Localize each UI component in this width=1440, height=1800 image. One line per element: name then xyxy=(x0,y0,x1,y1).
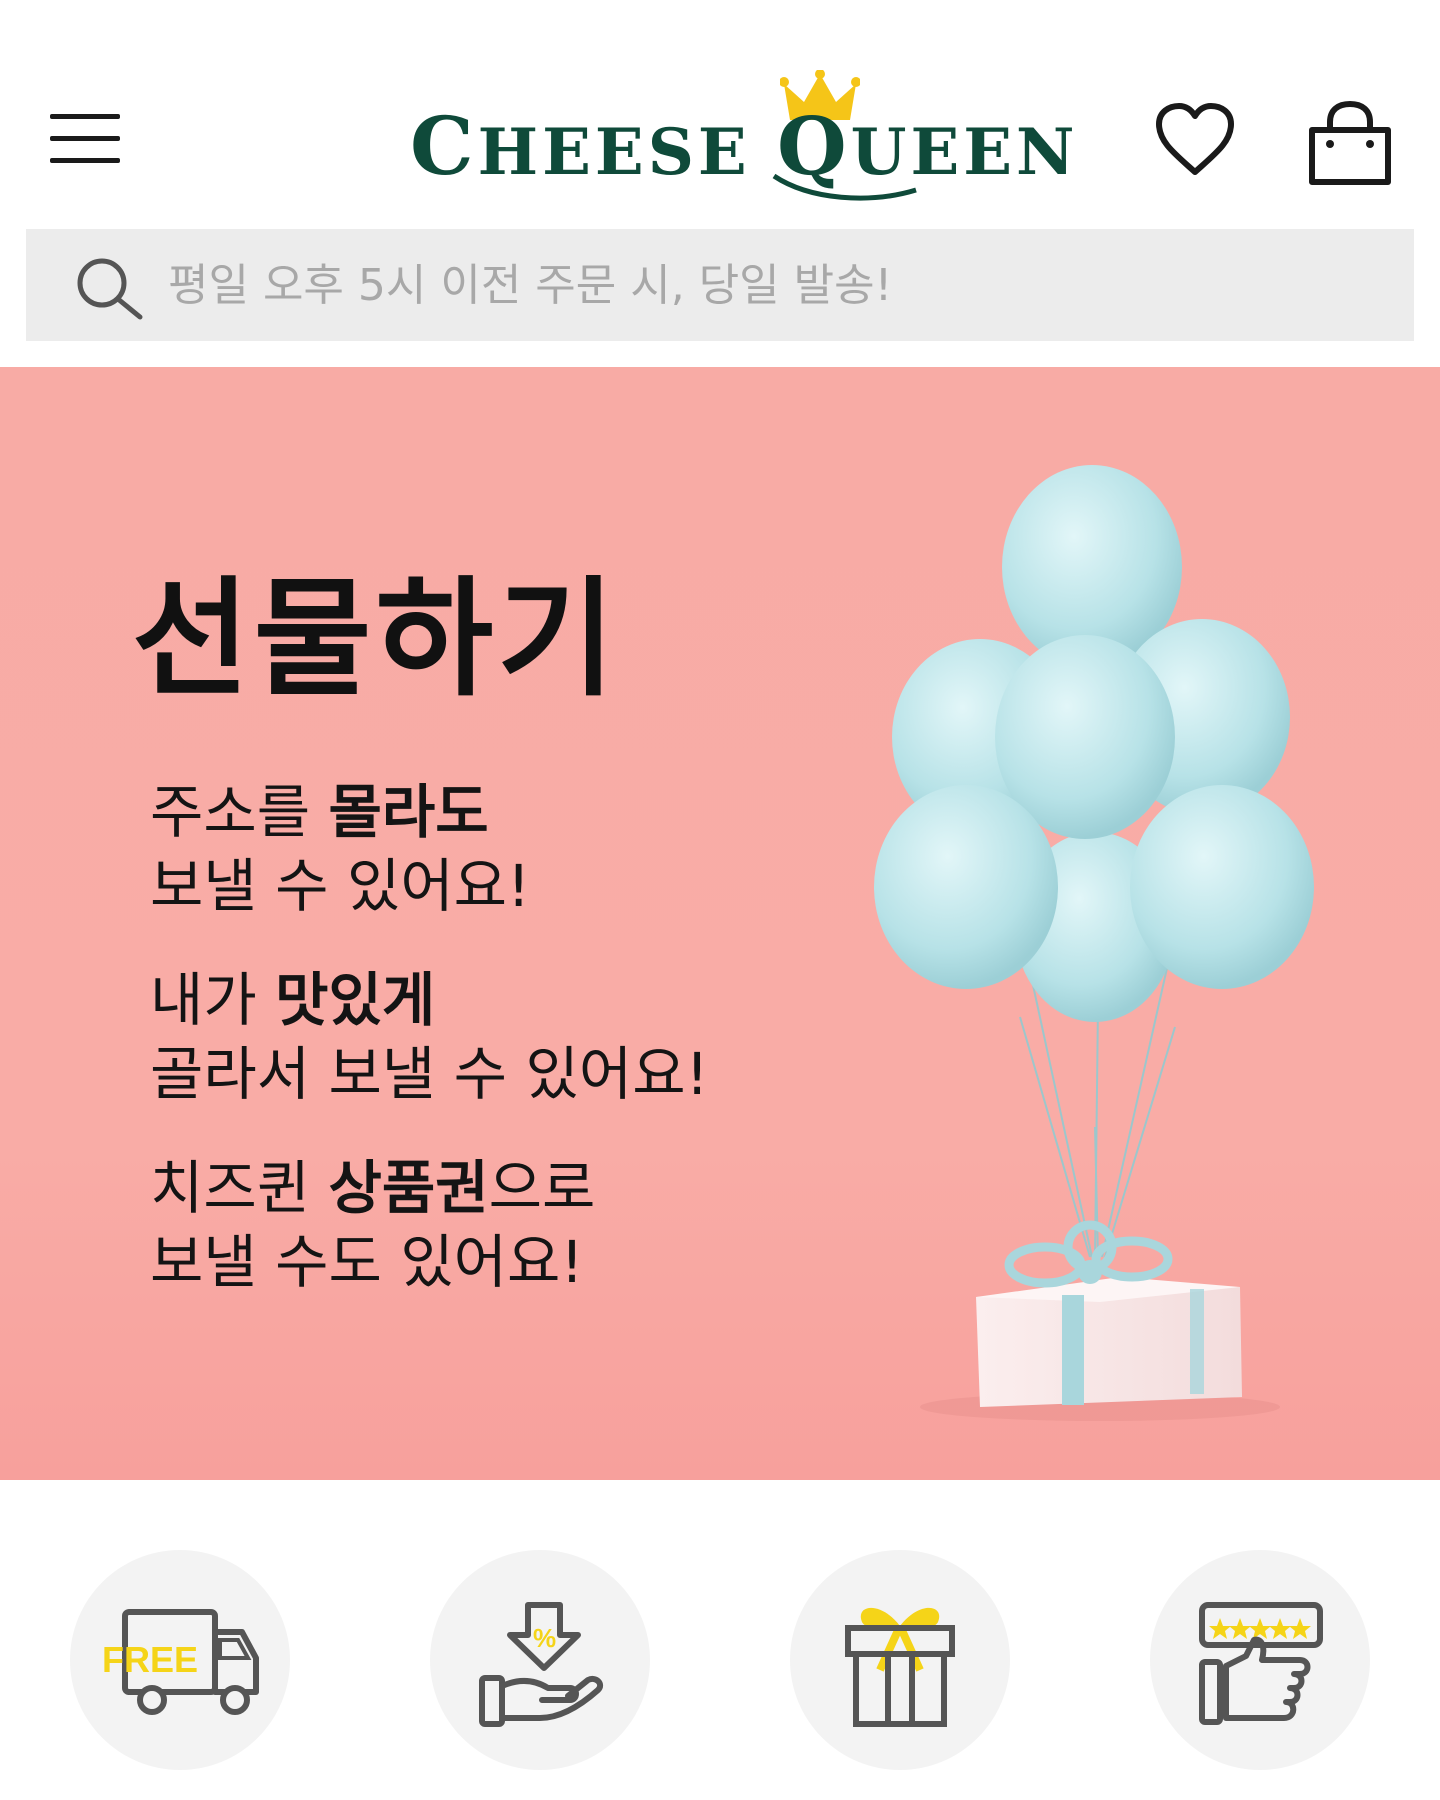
banner-line: 내가 맛있게 xyxy=(150,966,436,1034)
banner-line-group: 주소를 몰라도 보낼 수 있어요! xyxy=(150,775,850,923)
header: CHEESE QUEEN xyxy=(0,0,1440,225)
svg-text:%: % xyxy=(533,1623,556,1653)
balloons-gift-illustration xyxy=(874,465,1314,1421)
banner-line: 보낼 수도 있어요! xyxy=(150,1228,584,1296)
wishlist-heart-icon[interactable] xyxy=(1155,102,1235,178)
gift-box-icon xyxy=(845,1607,955,1727)
logo-swoosh xyxy=(772,173,917,201)
discount-hand-icon: % xyxy=(479,1602,604,1727)
review-button[interactable] xyxy=(1150,1550,1370,1770)
free-delivery-truck-icon: FREE xyxy=(102,1609,259,1715)
gift-button[interactable] xyxy=(790,1550,1010,1770)
free-delivery-button[interactable]: FREE xyxy=(70,1550,290,1770)
gift-promo-banner[interactable]: 선물하기 주소를 몰라도 보낼 수 있어요! 내가 맛있게 골라서 보낼 수 있… xyxy=(0,367,1440,1480)
banner-copy: 주소를 몰라도 보낼 수 있어요! 내가 맛있게 골라서 보낼 수 있어요! 치… xyxy=(150,775,850,1339)
shopping-bag-icon[interactable] xyxy=(1308,100,1392,186)
search-input[interactable] xyxy=(168,229,1368,341)
hamburger-menu-icon[interactable] xyxy=(50,114,122,166)
review-thumbs-up-icon xyxy=(1199,1602,1323,1725)
search-icon xyxy=(77,258,143,320)
logo-wordmark: CHEESE QUEEN xyxy=(410,99,1079,193)
discount-button[interactable]: % xyxy=(430,1550,650,1770)
search-bar[interactable] xyxy=(26,229,1414,341)
svg-text:FREE: FREE xyxy=(102,1639,198,1680)
feature-icons-row: FREE % xyxy=(0,1550,1440,1780)
banner-title: 선물하기 xyxy=(132,565,620,714)
banner-line-group: 치즈퀸 상품권으로 보낼 수도 있어요! xyxy=(150,1151,850,1299)
banner-line: 치즈퀸 상품권으로 xyxy=(150,1154,596,1222)
cheese-queen-logo[interactable]: CHEESE QUEEN xyxy=(410,70,1075,201)
banner-line: 주소를 몰라도 xyxy=(150,778,489,846)
banner-line-group: 내가 맛있게 골라서 보낼 수 있어요! xyxy=(150,963,850,1111)
banner-line: 보낼 수 있어요! xyxy=(150,852,531,920)
banner-line: 골라서 보낼 수 있어요! xyxy=(150,1040,709,1108)
